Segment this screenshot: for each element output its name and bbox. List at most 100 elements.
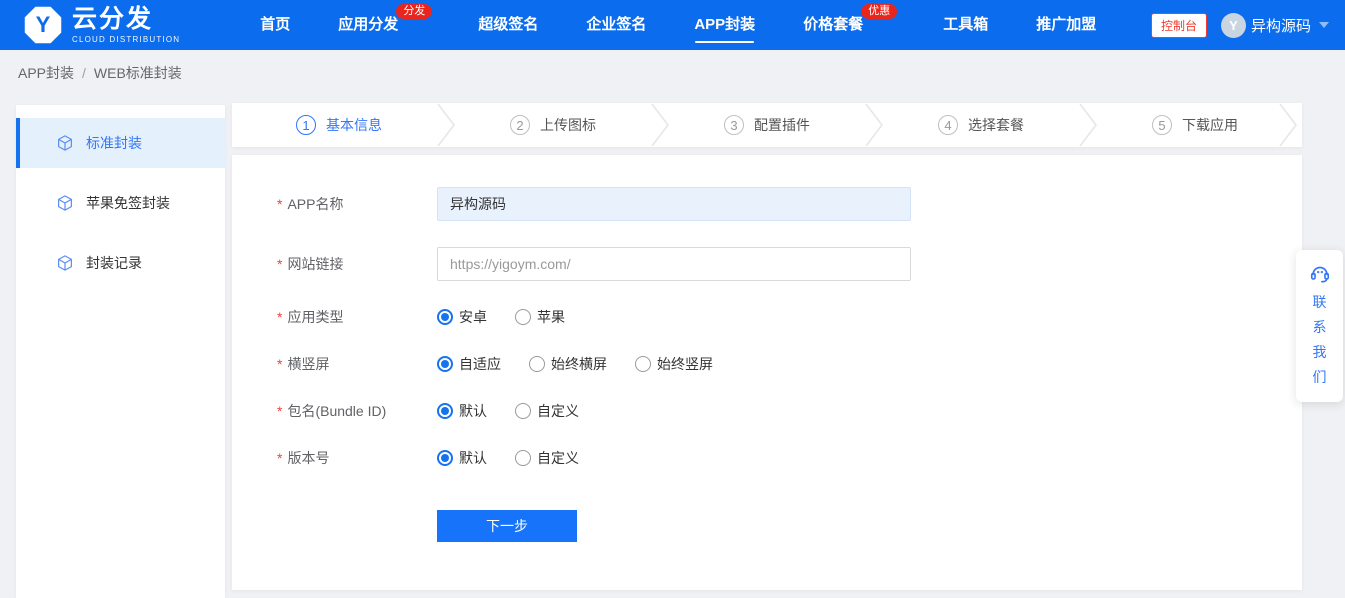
field-label-text: 横竖屏: [287, 354, 329, 374]
step-configure-plugins: 3 配置插件: [660, 103, 874, 147]
nav-item-super-sign[interactable]: 超级签名: [478, 0, 538, 50]
radio-bundle-custom[interactable]: 自定义: [515, 401, 579, 421]
step-label: 选择套餐: [968, 115, 1024, 135]
field-label: * 网站链接: [277, 254, 437, 274]
field-label-text: 应用类型: [287, 307, 343, 327]
radio-label: 始终横屏: [551, 354, 607, 374]
step-download-app: 5 下载应用: [1088, 103, 1302, 147]
sidebar: 标准封装 苹果免签封装 封装记录: [16, 105, 225, 598]
radio-unselected-icon: [529, 356, 545, 372]
field-label-text: APP名称: [287, 194, 343, 214]
radio-unselected-icon: [515, 450, 531, 466]
radio-bundle-default[interactable]: 默认: [437, 401, 487, 421]
form-row-website-url: * 网站链接: [277, 247, 1302, 281]
radio-label: 自适应: [459, 354, 501, 374]
contact-us-label: 联系我们: [1312, 290, 1328, 390]
app-logo[interactable]: Y 云分发 CLOUD DISTRIBUTION: [24, 6, 180, 44]
sidebar-item-label: 苹果免签封装: [86, 193, 170, 213]
breadcrumb: APP封装 / WEB标准封装: [18, 50, 182, 95]
radio-unselected-icon: [635, 356, 651, 372]
step-label: 配置插件: [754, 115, 810, 135]
required-marker: *: [277, 356, 282, 372]
nav-item-home[interactable]: 首页: [260, 0, 290, 50]
headset-icon: [1309, 262, 1331, 284]
radio-adaptive[interactable]: 自适应: [437, 354, 501, 374]
logo-mark-icon: Y: [24, 6, 62, 44]
top-nav-bar: Y 云分发 CLOUD DISTRIBUTION 首页 应用分发 分发 超级签名…: [0, 0, 1345, 50]
step-chevron-icon: [649, 103, 671, 147]
form-row-orientation: * 横竖屏 自适应 始终横屏 始终竖屏: [277, 354, 1302, 374]
field-label-text: 网站链接: [287, 254, 343, 274]
radio-selected-icon: [437, 309, 453, 325]
breadcrumb-separator: /: [82, 65, 86, 81]
console-button[interactable]: 控制台: [1151, 13, 1207, 38]
radio-version-custom[interactable]: 自定义: [515, 448, 579, 468]
logo-title: 云分发: [72, 7, 180, 32]
field-label: * 版本号: [277, 448, 437, 468]
step-number: 4: [938, 115, 958, 135]
radio-label: 默认: [459, 448, 487, 468]
radio-always-portrait[interactable]: 始终竖屏: [635, 354, 713, 374]
required-marker: *: [277, 196, 282, 212]
step-chevron-icon: [1077, 103, 1099, 147]
basic-info-form: * APP名称 * 网站链接 * 应用类型 安卓 苹果 * 横竖屏: [232, 155, 1302, 590]
field-label: * APP名称: [277, 194, 437, 214]
cube-icon: [56, 254, 74, 272]
radio-version-default[interactable]: 默认: [437, 448, 487, 468]
discount-badge: 优惠: [861, 4, 897, 19]
nav-item-app-distribution[interactable]: 应用分发 分发: [338, 0, 398, 50]
cube-icon: [56, 194, 74, 212]
field-label: * 应用类型: [277, 307, 437, 327]
step-number: 3: [724, 115, 744, 135]
step-wizard: 1 基本信息 2 上传图标 3 配置插件 4 选择套餐 5 下载应用: [232, 103, 1302, 147]
radio-unselected-icon: [515, 309, 531, 325]
radio-label: 自定义: [537, 401, 579, 421]
step-label: 下载应用: [1182, 115, 1238, 135]
user-name[interactable]: 异构源码: [1251, 15, 1311, 36]
radio-label: 默认: [459, 401, 487, 421]
field-label: * 横竖屏: [277, 354, 437, 374]
radio-selected-icon: [437, 403, 453, 419]
required-marker: *: [277, 403, 282, 419]
radio-label: 苹果: [537, 307, 565, 327]
nav-item-label: 价格套餐: [803, 16, 863, 33]
form-row-version: * 版本号 默认 自定义: [277, 448, 1302, 468]
radio-android[interactable]: 安卓: [437, 307, 487, 327]
nav-item-enterprise-sign[interactable]: 企业签名: [586, 0, 646, 50]
web-app-packaging-page: { "theme": { "nav_blue": "#0b6cee", "lin…: [0, 0, 1345, 598]
website-url-input[interactable]: [437, 247, 911, 281]
step-label: 上传图标: [540, 115, 596, 135]
step-choose-plan: 4 选择套餐: [874, 103, 1088, 147]
nav-item-toolbox[interactable]: 工具箱: [943, 0, 988, 50]
radio-selected-icon: [437, 450, 453, 466]
distribution-badge: 分发: [396, 4, 432, 19]
step-chevron-icon: [435, 103, 457, 147]
logo-subtitle: CLOUD DISTRIBUTION: [72, 36, 180, 44]
chevron-down-icon[interactable]: [1319, 22, 1329, 28]
sidebar-item-standard-packaging[interactable]: 标准封装: [16, 118, 225, 168]
radio-always-landscape[interactable]: 始终横屏: [529, 354, 607, 374]
user-avatar[interactable]: Y: [1221, 13, 1246, 38]
required-marker: *: [277, 309, 282, 325]
sidebar-item-apple-signfree-packaging[interactable]: 苹果免签封装: [16, 178, 225, 228]
field-label: * 包名(Bundle ID): [277, 401, 437, 421]
nav-item-label: 应用分发: [338, 16, 398, 33]
form-row-app-name: * APP名称: [277, 187, 1302, 221]
nav-item-pricing[interactable]: 价格套餐 优惠: [803, 0, 863, 50]
nav-item-app-packaging[interactable]: APP封装: [694, 0, 755, 50]
radio-label: 安卓: [459, 307, 487, 327]
sidebar-item-label: 标准封装: [86, 133, 142, 153]
main-nav: 首页 应用分发 分发 超级签名 企业签名 APP封装 价格套餐 优惠 工具箱 推…: [236, 0, 1120, 50]
breadcrumb-app-packaging[interactable]: APP封装: [18, 63, 74, 83]
radio-apple[interactable]: 苹果: [515, 307, 565, 327]
next-step-button[interactable]: 下一步: [437, 510, 577, 542]
contact-us-widget[interactable]: 联系我们: [1296, 250, 1343, 402]
app-name-input[interactable]: [437, 187, 911, 221]
radio-label: 自定义: [537, 448, 579, 468]
sidebar-item-packaging-records[interactable]: 封装记录: [16, 238, 225, 288]
step-label: 基本信息: [326, 115, 382, 135]
radio-selected-icon: [437, 356, 453, 372]
logo-text: 云分发 CLOUD DISTRIBUTION: [72, 7, 180, 44]
nav-item-affiliate[interactable]: 推广加盟: [1036, 0, 1096, 50]
step-number: 5: [1152, 115, 1172, 135]
